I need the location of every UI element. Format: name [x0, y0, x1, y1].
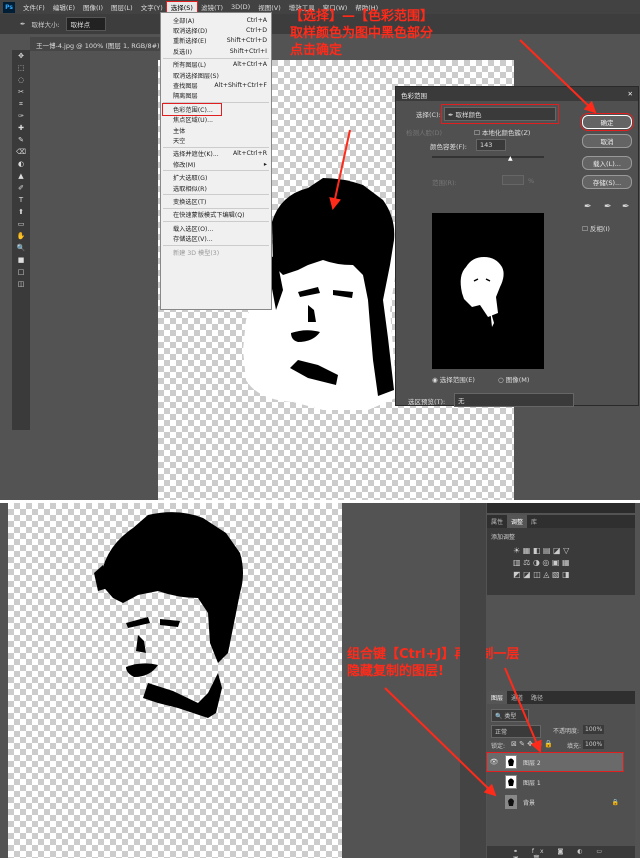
annotation-arrows-bottom — [384, 667, 542, 797]
annotation-arrows — [329, 39, 597, 210]
top-screenshot: Ps 文件(F) 编辑(E) 图像(I) 图层(L) 文字(Y) 选择(S) 滤镜(T) 3D… — [0, 0, 640, 500]
bottom-screenshot: 组合键【Ctrl+J】再复制一层 隐藏复制的图层! 属性 调整库 添加调整 ☀ ▦… — [0, 503, 640, 858]
